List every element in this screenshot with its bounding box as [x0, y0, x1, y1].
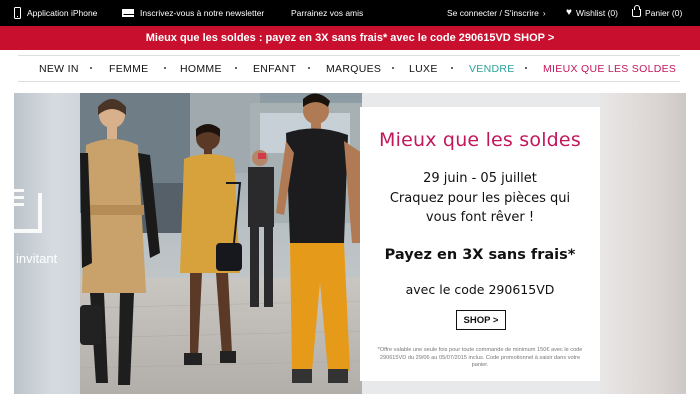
referral-label: Parrainez vos amis	[291, 8, 364, 18]
hero-photo-illustration	[80, 93, 362, 394]
hero-banner[interactable]: invitant Mieux que les soldes 29 juin - …	[14, 93, 686, 394]
nav-separator	[308, 67, 310, 69]
cart-link[interactable]: Panier (0)	[632, 0, 682, 26]
newsletter-link[interactable]: Inscrivez-vous à notre newsletter	[122, 0, 264, 26]
promo-card-line-2: vous font rêver !	[425, 210, 535, 225]
nav-item-femme[interactable]: FEMME	[109, 56, 148, 81]
phone-icon	[14, 7, 21, 19]
mail-icon	[122, 9, 134, 17]
nav-item-luxe[interactable]: LUXE	[409, 56, 438, 81]
chevron-right-icon: ›	[542, 8, 546, 18]
promo-banner-text: Mieux que les soldes : payez en 3X sans …	[145, 32, 555, 44]
nav-separator	[392, 67, 394, 69]
referral-link[interactable]: Parrainez vos amis	[291, 0, 363, 26]
previous-slide-preview[interactable]: invitant	[14, 93, 80, 394]
next-slide-preview[interactable]	[600, 93, 686, 394]
bracket-graphic	[14, 193, 42, 233]
nav-separator	[525, 67, 527, 69]
promo-card-line-1: Craquez pour les pièces qui	[389, 191, 571, 206]
iphone-app-link[interactable]: Application iPhone	[14, 0, 97, 26]
bag-icon	[632, 5, 641, 17]
promo-banner[interactable]: Mieux que les soldes : payez en 3X sans …	[0, 26, 700, 50]
heart-icon: ♥	[566, 7, 572, 18]
promo-card-fine-print: *Offre valable une seule fois pour toute…	[377, 347, 583, 368]
nav-item-marques[interactable]: MARQUES	[326, 56, 381, 81]
promo-card-code: avec le code 290615VD	[405, 282, 555, 297]
wishlist-label: Wishlist (0)	[575, 8, 618, 18]
main-nav: NEW IN FEMME HOMME ENFANT MARQUES LUXE V…	[18, 55, 680, 82]
nav-item-mieux-que-les-soldes[interactable]: MIEUX QUE LES SOLDES	[543, 56, 676, 81]
nav-item-enfant[interactable]: ENFANT	[253, 56, 296, 81]
nav-separator	[164, 67, 166, 69]
login-link[interactable]: Se connecter / S'inscrire ›	[447, 0, 546, 26]
nav-separator	[90, 67, 92, 69]
nav-separator	[451, 67, 453, 69]
promo-card-payment: Payez en 3X sans frais*	[384, 247, 576, 263]
newsletter-label: Inscrivez-vous à notre newsletter	[140, 8, 265, 18]
wishlist-link[interactable]: ♥ Wishlist (0)	[566, 0, 618, 26]
top-bar: Application iPhone Inscrivez-vous à notr…	[0, 0, 700, 26]
promo-card-dates: 29 juin - 05 juillet	[423, 171, 537, 186]
login-label: Se connecter / S'inscrire	[447, 8, 539, 18]
nav-item-homme[interactable]: HOMME	[180, 56, 222, 81]
promo-card: Mieux que les soldes 29 juin - 05 juille…	[360, 107, 600, 381]
hero-photo	[80, 93, 362, 394]
promo-card-title: Mieux que les soldes	[379, 129, 581, 151]
nav-item-vendre[interactable]: VENDRE	[469, 56, 515, 81]
iphone-app-label: Application iPhone	[27, 8, 98, 18]
nav-separator	[235, 67, 237, 69]
previous-slide-text: invitant	[16, 251, 58, 266]
nav-item-new-in[interactable]: NEW IN	[39, 56, 79, 81]
shop-button[interactable]: SHOP >	[456, 310, 506, 330]
cart-label: Panier (0)	[645, 8, 683, 18]
